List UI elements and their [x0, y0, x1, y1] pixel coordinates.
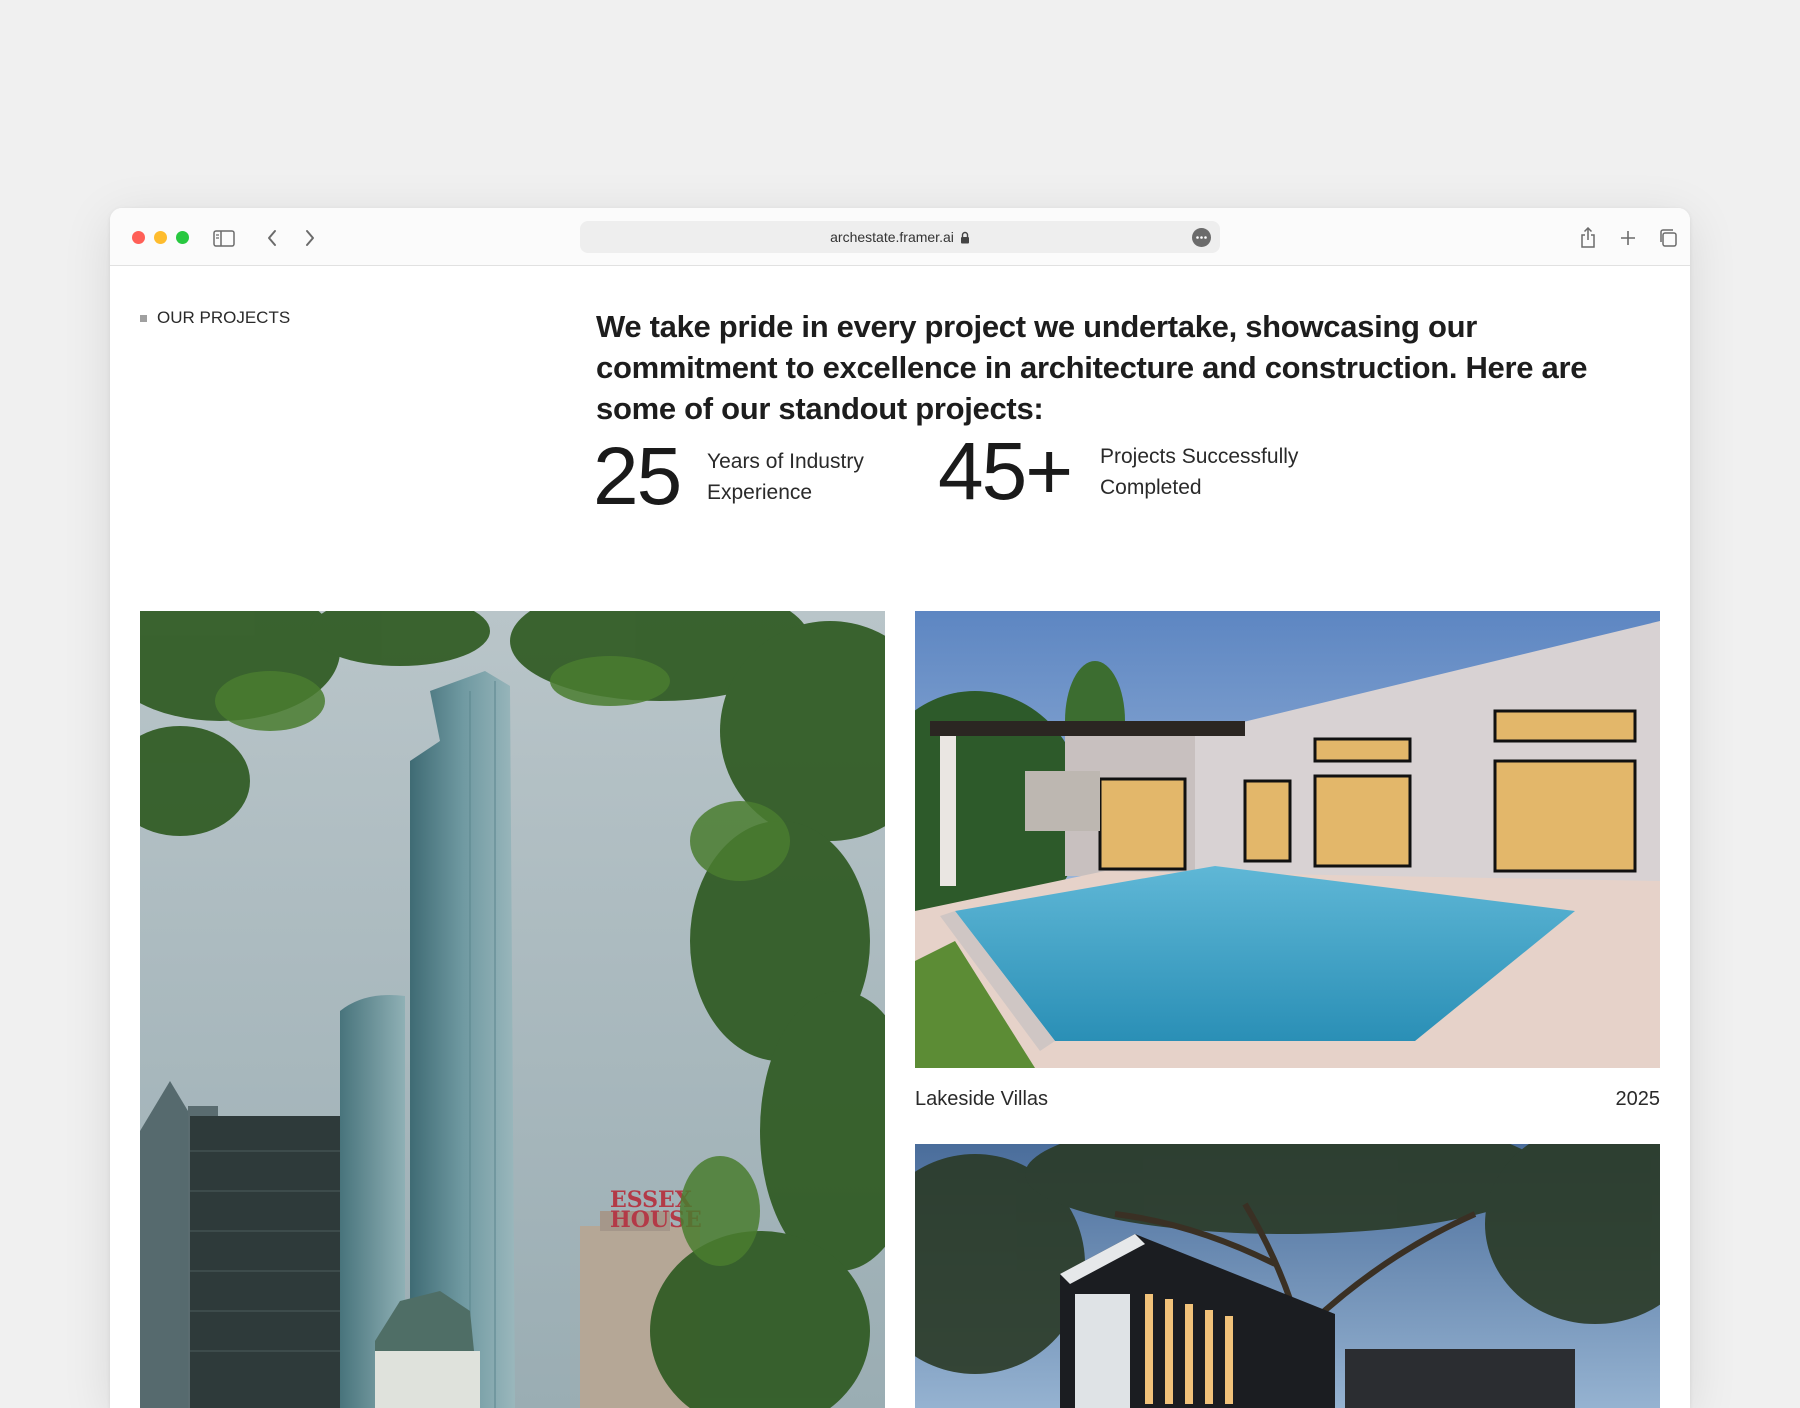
project-photo-lakeside-villas[interactable]: [915, 611, 1660, 1068]
project-photo-modern-house[interactable]: [915, 1144, 1660, 1408]
page-content: OUR PROJECTS We take pride in every proj…: [110, 266, 1690, 1408]
sidebar-icon[interactable]: [210, 224, 238, 252]
stat-years-label-line1: Years of Industry: [707, 450, 864, 473]
project-name[interactable]: Lakeside Villas: [915, 1088, 1048, 1111]
stat-projects-value: 45+: [938, 426, 1073, 517]
minimize-window-button[interactable]: [154, 231, 167, 244]
stat-years-label-line2: Experience: [707, 481, 813, 504]
section-label: OUR PROJECTS: [140, 308, 290, 328]
bullet-square-icon: [140, 314, 147, 322]
project-photo-skyscraper[interactable]: ESSEX HOUSE: [140, 611, 885, 1408]
browser-window: archestate.framer.ai OUR PROJECTS We tak…: [110, 208, 1690, 1408]
forward-icon[interactable]: [296, 224, 324, 252]
stat-projects-label: Projects Successfully Completed: [1100, 441, 1340, 503]
more-icon[interactable]: [1192, 228, 1211, 247]
tabs-overview-icon[interactable]: [1654, 224, 1682, 252]
address-bar[interactable]: archestate.framer.ai: [580, 221, 1220, 253]
project-year: 2025: [1615, 1088, 1661, 1110]
stat-years-value: 25: [593, 431, 682, 522]
back-icon[interactable]: [258, 224, 286, 252]
new-tab-icon[interactable]: [1614, 224, 1642, 252]
url-text: archestate.framer.ai: [830, 229, 954, 245]
stat-projects-label-line1: Projects Successfully: [1100, 445, 1299, 468]
stat-years-label: Years of Industry Experience: [707, 446, 947, 508]
zoom-window-button[interactable]: [176, 231, 189, 244]
intro-headline: We take pride in every project we undert…: [596, 309, 1588, 426]
browser-toolbar: archestate.framer.ai: [110, 208, 1690, 266]
close-window-button[interactable]: [132, 231, 145, 244]
project-caption: Lakeside Villas 2025: [915, 1088, 1660, 1111]
section-label-text: OUR PROJECTS: [157, 308, 291, 327]
share-icon[interactable]: [1574, 224, 1602, 252]
lock-icon: [960, 231, 970, 244]
stat-projects-label-line2: Completed: [1100, 476, 1202, 499]
